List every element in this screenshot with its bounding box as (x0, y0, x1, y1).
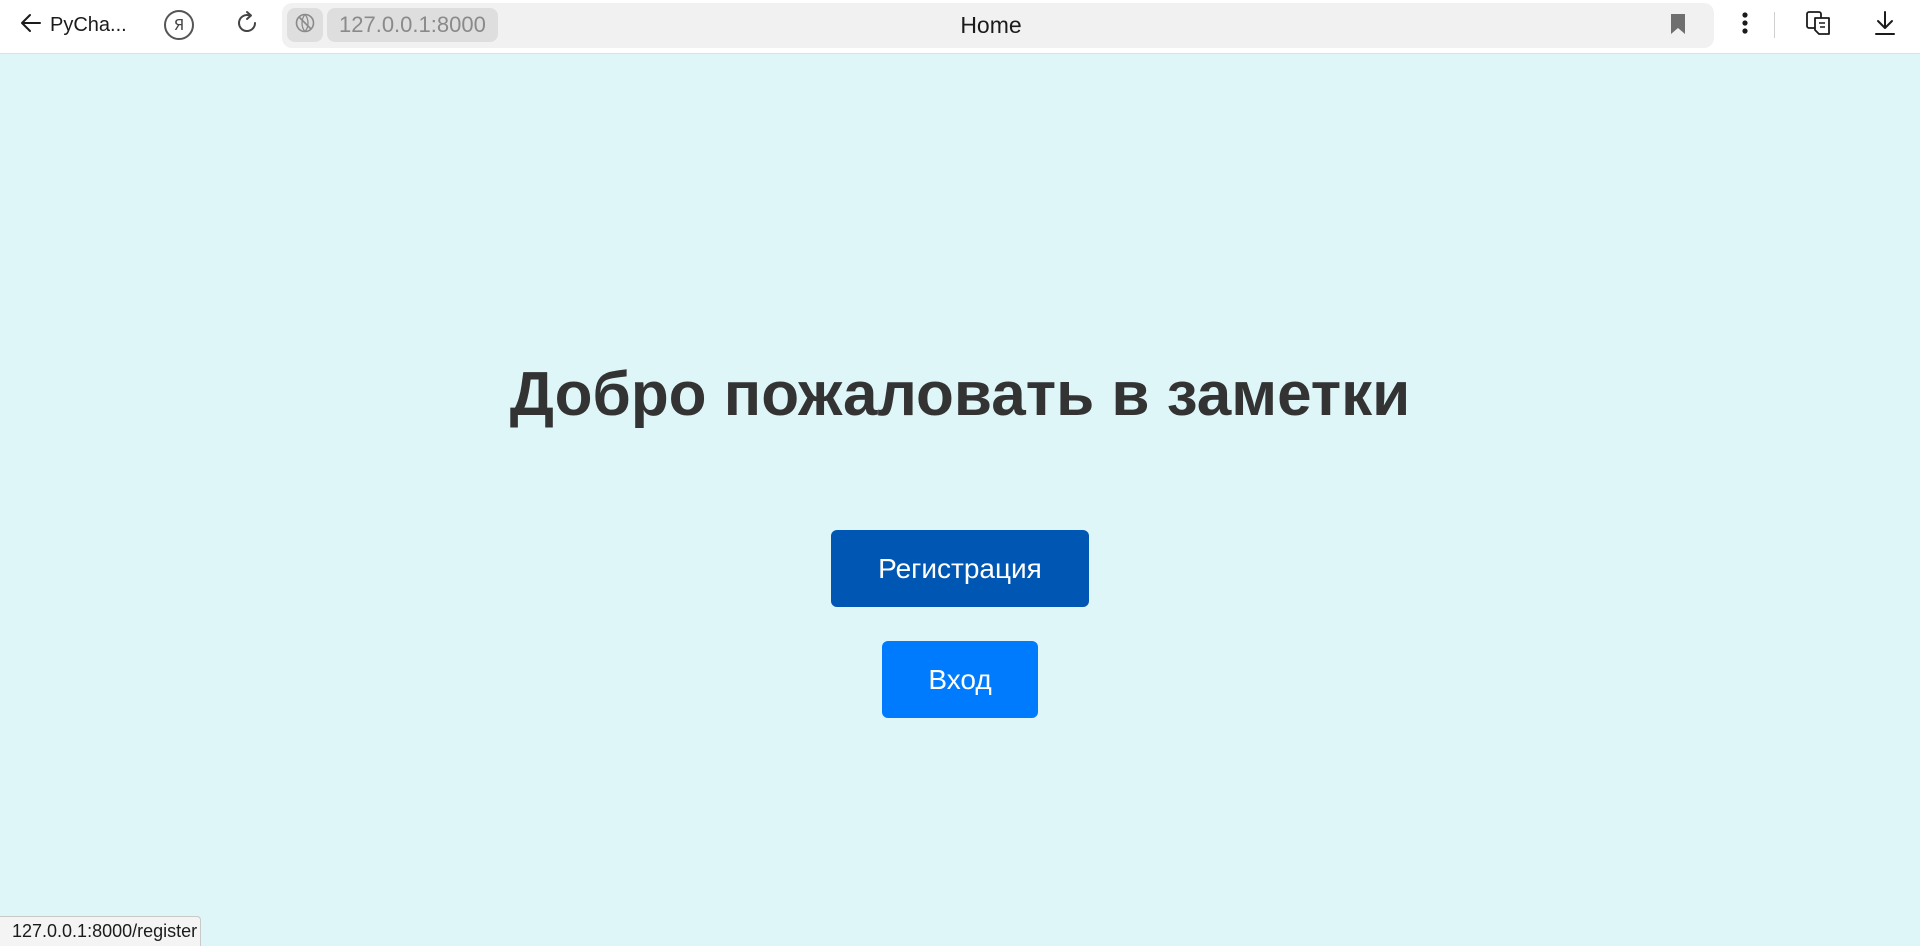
status-bar-url: 127.0.0.1:8000/register (0, 916, 202, 946)
back-button-label: PyCha... (50, 13, 127, 36)
reload-icon (234, 10, 260, 41)
login-button[interactable]: Вход (882, 641, 1038, 718)
browser-toolbar: PyCha... Я 127.0.0.1:8000 Home (0, 0, 1920, 54)
welcome-heading: Добро пожаловать в заметки (509, 360, 1411, 429)
more-vertical-icon (1741, 11, 1749, 40)
bookmark-button[interactable] (1664, 12, 1692, 40)
bookmark-icon (1670, 13, 1686, 40)
site-info-icon (294, 12, 316, 39)
yandex-icon: Я (173, 16, 185, 34)
arrow-left-icon (20, 12, 42, 39)
reload-button[interactable] (230, 8, 264, 42)
translate-icon (1805, 9, 1833, 42)
download-icon (1873, 10, 1897, 41)
translate-button[interactable] (1802, 8, 1836, 42)
yandex-button[interactable]: Я (164, 10, 194, 40)
register-button[interactable]: Регистрация (831, 530, 1089, 607)
url-text[interactable]: 127.0.0.1:8000 (327, 8, 498, 42)
page-content: Добро пожаловать в заметки Регистрация В… (0, 54, 1920, 946)
more-menu-button[interactable] (1730, 8, 1760, 42)
address-bar[interactable]: 127.0.0.1:8000 Home (282, 3, 1714, 48)
site-info-button[interactable] (287, 8, 323, 42)
toolbar-divider (1774, 12, 1775, 38)
download-button[interactable] (1868, 8, 1902, 42)
back-button[interactable]: PyCha... (20, 8, 127, 42)
